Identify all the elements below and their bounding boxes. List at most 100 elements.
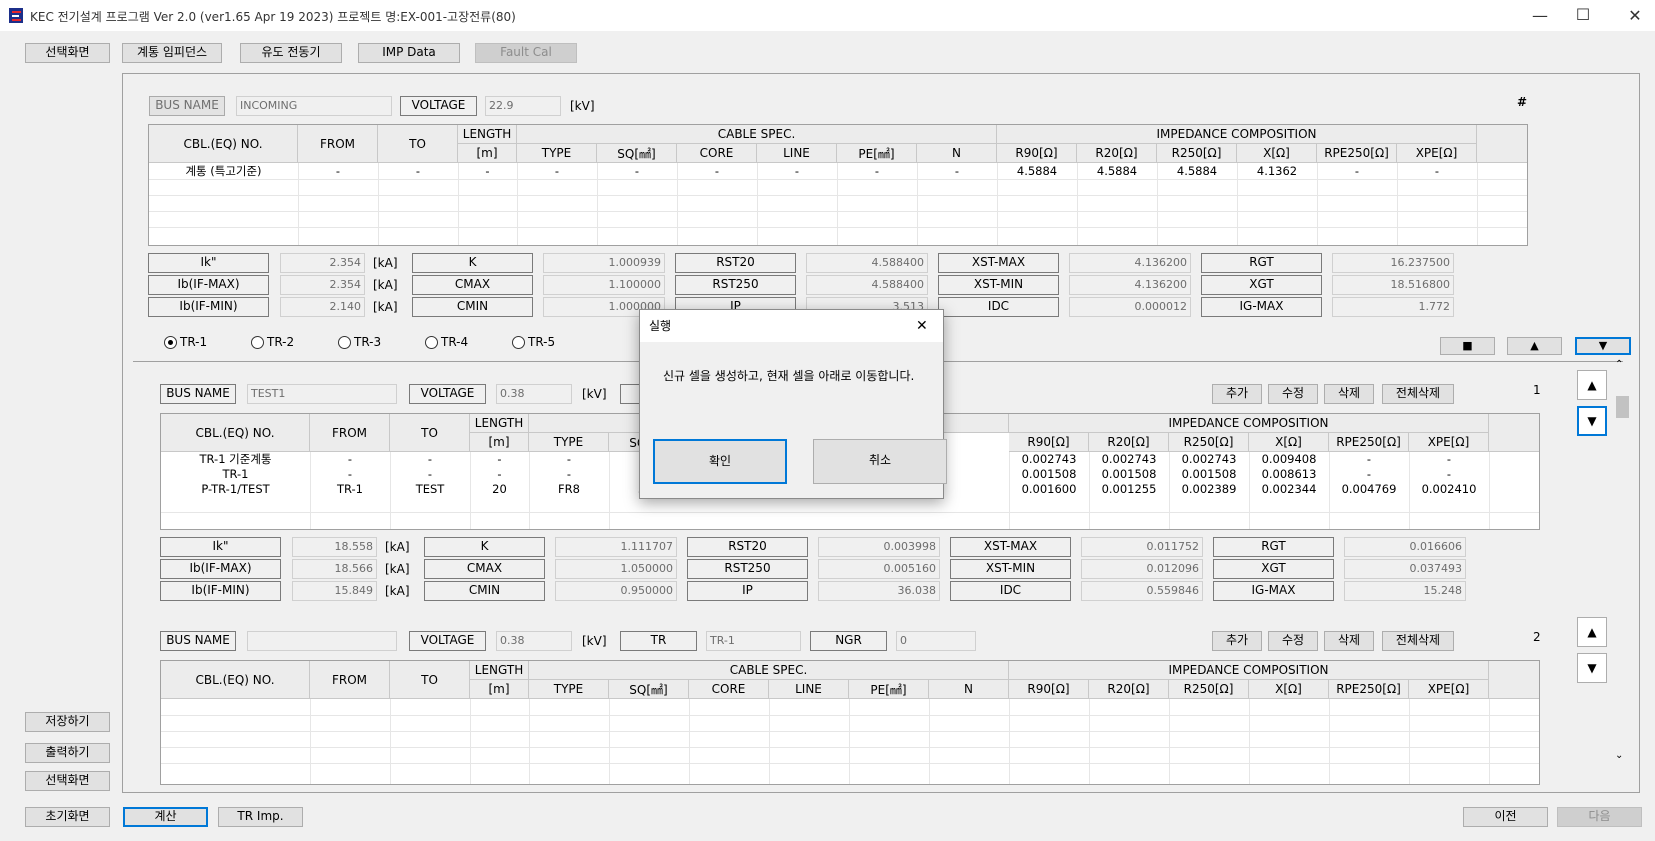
tr-3-label[interactable]: TR-3 [354, 332, 381, 352]
table-cell[interactable]: - [837, 164, 917, 179]
table-cell[interactable]: - [378, 164, 458, 179]
incoming-voltage-field[interactable]: 22.9 [485, 96, 561, 116]
table-cell[interactable]: - [310, 467, 390, 482]
table-cell[interactable]: P-TR-1/TEST [161, 482, 310, 497]
table-cell[interactable]: 0.001508 [1009, 467, 1089, 482]
s2-delete-button[interactable]: 삭제 [1324, 631, 1374, 651]
calculate-button[interactable]: 계산 [123, 807, 208, 827]
table-cell[interactable]: - [1317, 164, 1397, 179]
table-cell[interactable]: - [470, 467, 529, 482]
s2-ngr-field[interactable]: 0 [896, 631, 976, 651]
table-cell[interactable]: 0.008613 [1249, 467, 1329, 482]
table-cell[interactable]: FR8 [529, 482, 609, 497]
system-impedance-button[interactable]: 계통 임피던스 [122, 43, 222, 63]
table-cell[interactable]: - [390, 452, 470, 467]
s1-edit-button[interactable]: 수정 [1268, 384, 1318, 404]
table-cell[interactable]: - [529, 452, 609, 467]
prev-button[interactable]: 이전 [1463, 807, 1548, 827]
table-cell[interactable]: 0.001508 [1089, 467, 1169, 482]
imp-data-button[interactable]: IMP Data [358, 43, 460, 63]
incoming-bus-name-field[interactable]: INCOMING [236, 96, 392, 116]
table-cell[interactable]: TR-1 [310, 482, 390, 497]
table-cell[interactable]: TEST [390, 482, 470, 497]
table-cell[interactable]: - [1397, 164, 1477, 179]
stop-button[interactable]: ■ [1440, 337, 1495, 355]
table-cell[interactable]: - [1329, 452, 1409, 467]
table-cell[interactable]: - [917, 164, 997, 179]
tr-4-radio[interactable] [425, 336, 438, 349]
s2-down-arrow-button[interactable]: ▼ [1577, 653, 1607, 683]
table-cell[interactable]: - [458, 164, 517, 179]
s2-delete-all-button[interactable]: 전체삭제 [1382, 631, 1454, 651]
table-cell[interactable]: 0.001600 [1009, 482, 1089, 497]
table-cell[interactable]: - [298, 164, 378, 179]
induction-motor-button[interactable]: 유도 전동기 [240, 43, 342, 63]
table-cell[interactable]: - [390, 467, 470, 482]
table-cell[interactable]: - [757, 164, 837, 179]
tr-1-radio[interactable] [164, 336, 177, 349]
table-cell[interactable]: 0.004769 [1329, 482, 1409, 497]
table-cell[interactable]: - [1329, 467, 1409, 482]
s1-delete-button[interactable]: 삭제 [1324, 384, 1374, 404]
s1-delete-all-button[interactable]: 전체삭제 [1382, 384, 1454, 404]
scrollbar-thumb[interactable] [1616, 396, 1629, 418]
table-cell[interactable]: - [597, 164, 677, 179]
s1-add-button[interactable]: 추가 [1212, 384, 1262, 404]
scroll-up-icon[interactable]: ⌃ [1615, 355, 1623, 375]
move-down-button[interactable]: ▼ [1575, 337, 1631, 355]
table-cell[interactable]: 20 [470, 482, 529, 497]
maximize-icon[interactable]: ☐ [1563, 3, 1603, 27]
table-cell[interactable]: 0.001255 [1089, 482, 1169, 497]
table-cell[interactable]: - [677, 164, 757, 179]
s2-add-button[interactable]: 추가 [1212, 631, 1262, 651]
vertical-scrollbar[interactable] [1614, 363, 1631, 792]
table-cell[interactable]: - [470, 452, 529, 467]
dialog-close-icon[interactable]: ✕ [916, 316, 928, 336]
print-button[interactable]: 출력하기 [25, 743, 110, 763]
tr-imp-button[interactable]: TR Imp. [218, 807, 303, 827]
table-cell[interactable]: - [1409, 467, 1489, 482]
tr-5-label[interactable]: TR-5 [528, 332, 555, 352]
dialog-ok-button[interactable]: 확인 [653, 439, 787, 484]
table-cell[interactable]: 0.001508 [1169, 467, 1249, 482]
dialog-cancel-button[interactable]: 취소 [813, 439, 947, 484]
s2-voltage-field[interactable]: 0.38 [496, 631, 572, 651]
s1-up-arrow-button[interactable]: ▲ [1577, 370, 1607, 400]
reset-button[interactable]: 초기화면 [25, 807, 110, 827]
table-cell[interactable]: - [1409, 452, 1489, 467]
s1-bus-name-field[interactable]: TEST1 [247, 384, 397, 404]
table-cell[interactable]: 4.1362 [1237, 164, 1317, 179]
s1-voltage-field[interactable]: 0.38 [496, 384, 572, 404]
table-cell[interactable]: 0.002389 [1169, 482, 1249, 497]
tr-1-label[interactable]: TR-1 [180, 332, 207, 352]
table-cell[interactable]: - [529, 467, 609, 482]
tr-3-radio[interactable] [338, 336, 351, 349]
table-cell[interactable]: 4.5884 [1077, 164, 1157, 179]
tr-2-label[interactable]: TR-2 [267, 332, 294, 352]
s2-bus-name-field[interactable] [247, 631, 397, 651]
table-cell[interactable]: 0.002743 [1009, 452, 1089, 467]
s2-edit-button[interactable]: 수정 [1268, 631, 1318, 651]
s2-tr-field[interactable]: TR-1 [706, 631, 801, 651]
select-screen-button[interactable]: 선택화면 [25, 43, 110, 63]
table-cell[interactable]: 0.002344 [1249, 482, 1329, 497]
tr-4-label[interactable]: TR-4 [441, 332, 468, 352]
table-cell[interactable]: 계통 (특고기준) [149, 164, 298, 179]
table-cell[interactable]: 0.009408 [1249, 452, 1329, 467]
table-cell[interactable]: 0.002410 [1409, 482, 1489, 497]
table-cell[interactable]: - [310, 452, 390, 467]
s1-down-arrow-button[interactable]: ▼ [1577, 406, 1607, 436]
table-cell[interactable]: 4.5884 [997, 164, 1077, 179]
minimize-icon[interactable]: — [1520, 4, 1560, 28]
scroll-down-icon[interactable]: ⌄ [1615, 746, 1623, 766]
table-cell[interactable]: 4.5884 [1157, 164, 1237, 179]
s2-up-arrow-button[interactable]: ▲ [1577, 617, 1607, 647]
table-cell[interactable]: TR-1 [161, 467, 310, 482]
close-icon[interactable]: ✕ [1615, 4, 1655, 28]
select-screen-side-button[interactable]: 선택화면 [25, 771, 110, 791]
tr-2-radio[interactable] [251, 336, 264, 349]
table-cell[interactable]: 0.002743 [1169, 452, 1249, 467]
table-cell[interactable]: TR-1 기준계통 [161, 452, 310, 467]
table-cell[interactable]: 0.002743 [1089, 452, 1169, 467]
save-button[interactable]: 저장하기 [25, 712, 110, 732]
